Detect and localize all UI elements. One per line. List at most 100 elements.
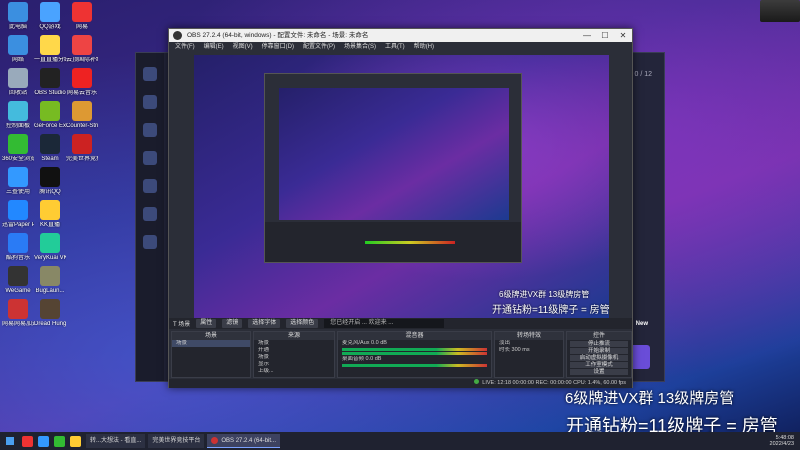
app-sidebar-icon[interactable] xyxy=(143,123,157,137)
app-sidebar-icon[interactable] xyxy=(143,179,157,193)
mixer-channel-label: 麦克风/Aux 0.0 dB xyxy=(342,340,387,346)
menu-scene-collection[interactable]: 场景集合(S) xyxy=(344,42,376,53)
menu-bar: 文件(F) 编辑(E) 视图(V) 停靠窗口(D) 配置文件(P) 场景集合(S… xyxy=(169,42,632,53)
app-sidebar-icon[interactable] xyxy=(143,235,157,249)
properties-button[interactable]: 属性 xyxy=(196,319,217,328)
app-icon xyxy=(72,101,92,121)
menu-edit[interactable]: 编辑(E) xyxy=(204,42,224,53)
virtual-camera-button[interactable]: 启动虚拟摄像机 xyxy=(570,355,628,361)
desktop-icon[interactable]: 酷狗音乐 xyxy=(2,233,34,262)
desktop-icon[interactable]: 网易 xyxy=(66,2,98,31)
desktop-icon-label: VeryKuai VK 加速器 xyxy=(34,255,66,261)
app-icon xyxy=(8,167,28,187)
desktop-icon[interactable]: OBS Studio xyxy=(34,68,66,97)
maximize-button[interactable]: ☐ xyxy=(596,29,614,42)
desktop-icon-label: Steam xyxy=(41,156,59,162)
source-toolbar: T 场景 属性 滤镜 选择字体 选择颜色 您已经开启 ... 欢迎来 ... xyxy=(169,318,632,329)
desktop-icon[interactable]: 云顶国际补给 xyxy=(66,35,98,64)
menu-view[interactable]: 视图(V) xyxy=(233,42,253,53)
desktop-icon[interactable]: GeForce Experience xyxy=(34,101,66,130)
desktop-icon[interactable]: 腾讯QQ xyxy=(34,167,66,196)
filters-button[interactable]: 滤镜 xyxy=(222,319,243,328)
menu-file[interactable]: 文件(F) xyxy=(175,42,195,53)
desktop-icon-label: 迅雷Paper Playback xyxy=(2,222,34,228)
desktop-icon[interactable]: Counter-Strike Global Off... xyxy=(66,101,98,130)
transitions-header: 转场特效 xyxy=(495,332,563,340)
desktop-icon[interactable]: 网易网易加速器 xyxy=(2,299,34,328)
desktop-icon[interactable]: 360安全浏览器 xyxy=(2,134,34,163)
transition-select[interactable]: 淡出 xyxy=(495,340,563,347)
menu-help[interactable]: 帮助(H) xyxy=(414,42,434,53)
start-button[interactable] xyxy=(6,437,14,445)
select-color-button[interactable]: 选择颜色 xyxy=(286,319,319,328)
app-sidebar-icon[interactable] xyxy=(143,151,157,165)
minimize-button[interactable]: — xyxy=(578,29,596,42)
desktop-icon[interactable]: 一直直播分组 xyxy=(34,35,66,64)
duration-field[interactable]: 时长 300 ms xyxy=(495,347,563,354)
desktop-icon-label: OBS Studio xyxy=(34,90,66,96)
desktop-icon[interactable]: 控制面板 xyxy=(2,101,34,130)
taskbar-app-icon[interactable] xyxy=(70,435,81,447)
app-icon xyxy=(8,101,28,121)
desktop-icon[interactable]: 此电脑 xyxy=(2,2,34,31)
source-item[interactable]: 开通 xyxy=(254,347,334,354)
taskbar-task[interactable]: 转...大想法 - 看直... xyxy=(86,434,146,448)
desktop-icon[interactable]: WeGame xyxy=(2,266,34,295)
scenes-header: 场景 xyxy=(172,332,250,340)
window-controls: — ☐ ✕ xyxy=(578,29,632,42)
status-bar: LIVE: 12:18 00:00:00 REC: 00:00:00 CPU: … xyxy=(169,379,632,388)
text-input[interactable]: 您已经开启 ... 欢迎来 ... xyxy=(324,319,445,328)
desktop-icon-label: 完美世界竞技平台 xyxy=(66,156,98,162)
app-icon xyxy=(8,134,28,154)
desktop-icon[interactable]: 回收站 xyxy=(2,68,34,97)
desktop-icon[interactable]: BugLaun... xyxy=(34,266,66,295)
app-sidebar-icon[interactable] xyxy=(143,95,157,109)
desktop-icon[interactable]: 网易云音乐 xyxy=(66,68,98,97)
volume-slider[interactable] xyxy=(342,352,487,355)
settings-button[interactable]: 设置 xyxy=(570,369,628,375)
start-recording-button[interactable]: 开始录制 xyxy=(570,348,628,354)
desktop-icon-label: WeGame xyxy=(5,288,31,294)
source-item[interactable]: 上级... xyxy=(254,368,334,375)
system-clock[interactable]: 5:48:08 2022/4/23 xyxy=(770,435,794,447)
select-font-button[interactable]: 选择字体 xyxy=(248,319,281,328)
stop-streaming-button[interactable]: 停止推流 xyxy=(570,341,628,347)
taskbar-app-icon[interactable] xyxy=(38,435,49,447)
app-sidebar-icon[interactable] xyxy=(143,207,157,221)
taskbar-task-obs[interactable]: OBS 27.2.4 (64-bit... xyxy=(207,434,281,448)
menu-profile[interactable]: 配置文件(P) xyxy=(303,42,335,53)
desktop-icon[interactable]: Dread Hunger xyxy=(34,299,66,328)
desktop-icon[interactable]: 迅雷Paper Playback xyxy=(2,200,34,229)
source-item[interactable]: 显示 xyxy=(254,361,334,368)
source-item[interactable]: 场景 xyxy=(254,354,334,361)
taskbar-task[interactable]: 完美世界竞技平台 xyxy=(148,434,205,448)
app-icon xyxy=(8,68,28,88)
obs-titlebar[interactable]: OBS 27.2.4 (64-bit, windows) - 配置文件: 未命名… xyxy=(169,29,632,42)
mixer-header: 混音器 xyxy=(338,332,491,340)
menu-tools[interactable]: 工具(T) xyxy=(385,42,405,53)
taskbar-task-label: OBS 27.2.4 (64-bit... xyxy=(221,437,277,444)
app-sidebar-icon[interactable] xyxy=(143,67,157,81)
desktop-icon[interactable]: 网络 xyxy=(2,35,34,64)
close-button[interactable]: ✕ xyxy=(614,29,632,42)
desktop-icon[interactable]: VeryKuai VK 加速器 xyxy=(34,233,66,262)
desktop-icon[interactable]: 完美世界竞技平台 xyxy=(66,134,98,163)
source-item[interactable]: 场景 xyxy=(254,340,334,347)
desktop-icon[interactable]: QQ游戏 xyxy=(34,2,66,31)
obs-window[interactable]: OBS 27.2.4 (64-bit, windows) - 配置文件: 未命名… xyxy=(168,28,633,388)
app-icon xyxy=(40,35,60,55)
app-icon xyxy=(40,266,60,286)
taskbar-app-icon[interactable] xyxy=(22,435,33,447)
taskbar-app-icon[interactable] xyxy=(54,435,65,447)
stream-overlay-line1: 6级牌进VX群 13级牌房管 xyxy=(565,390,735,407)
scene-item[interactable]: 场景 xyxy=(172,340,250,347)
desktop-icon-label: Counter-Strike Global Off... xyxy=(66,123,98,129)
taskbar-task-label: 完美世界竞技平台 xyxy=(152,438,201,444)
obs-app-icon xyxy=(173,31,182,40)
studio-mode-button[interactable]: 工作室模式 xyxy=(570,362,628,368)
desktop-icon[interactable]: Steam xyxy=(34,134,66,163)
preview-canvas[interactable]: 6级牌进VX群 13级牌房管 开通钻粉=11级牌子 = 房管 xyxy=(194,55,609,318)
desktop-icon[interactable]: KK直播 xyxy=(34,200,66,229)
desktop-icon[interactable]: 三查使用 xyxy=(2,167,34,196)
menu-docks[interactable]: 停靠窗口(D) xyxy=(262,42,294,53)
